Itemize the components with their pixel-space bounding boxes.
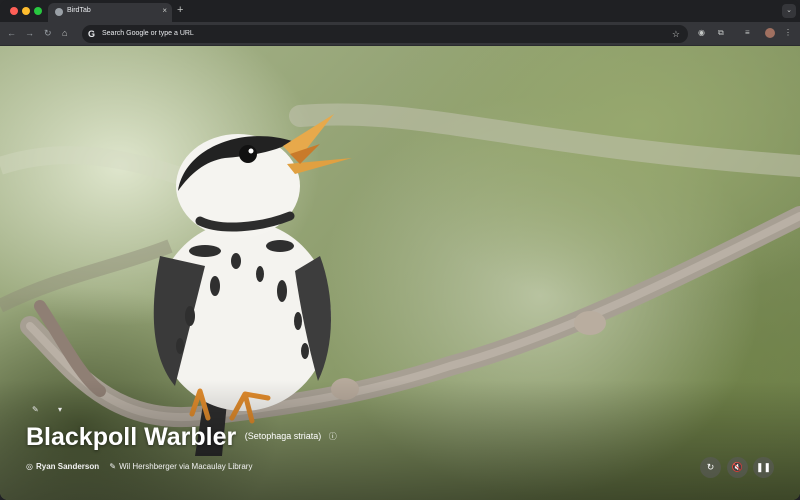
forward-button[interactable]: → [25, 27, 34, 39]
photo-credits: ◎ Ryan Sanderson ✎ Wil Hershberger via Mac… [26, 462, 252, 471]
photographer-name[interactable]: Ryan Sanderson [36, 462, 99, 471]
chevron-down-icon[interactable]: ▾ [58, 405, 62, 414]
pause-button[interactable]: ❚❚ [753, 457, 774, 478]
tab-title: BirdTab [67, 7, 91, 14]
tab-birdtab[interactable]: BirdTab × [48, 3, 172, 22]
browser-window: BirdTab × + ⌄ ← → ↻ ⌂ G Search Google or… [0, 0, 800, 500]
recordist-name[interactable]: Wil Hershberger [119, 462, 177, 471]
browser-menu-icon[interactable]: ⋮ [784, 27, 792, 39]
tab-strip: BirdTab × + ⌄ [0, 0, 800, 22]
close-window-button[interactable] [10, 7, 18, 15]
bird-scientific-name: (Setophaga striata) [244, 431, 322, 441]
birdtab-page: ✎ ▾ Blackpoll Warbler (Setophaga striata… [0, 46, 800, 500]
back-button[interactable]: ← [7, 27, 16, 39]
browser-toolbar: ← → ↻ ⌂ G Search Google or type a URL ☆ … [0, 22, 800, 46]
address-bar-placeholder: Search Google or type a URL [102, 30, 194, 37]
edit-icon[interactable]: ✎ [32, 405, 39, 414]
home-button[interactable]: ⌂ [62, 27, 67, 39]
extension-icon[interactable]: ◉ [698, 27, 705, 39]
birdtab-icon [55, 8, 63, 16]
camera-icon: ◎ [26, 462, 33, 471]
address-bar[interactable]: G Search Google or type a URL ☆ [82, 25, 688, 43]
google-icon: G [88, 29, 96, 39]
tab-search-button[interactable]: ⌄ [782, 4, 796, 18]
close-tab-icon[interactable]: × [162, 6, 167, 16]
source-label[interactable]: via Macaulay Library [179, 462, 252, 471]
bird-caption: Blackpoll Warbler (Setophaga striata) ⓘ [26, 423, 337, 452]
refresh-bird-button[interactable]: ↻ [700, 457, 721, 478]
maximize-window-button[interactable] [34, 7, 42, 15]
bird-common-name: Blackpoll Warbler [26, 423, 237, 451]
bookmark-star-icon[interactable]: ☆ [672, 28, 680, 40]
extensions-puzzle-icon[interactable]: ⧉ [718, 27, 724, 39]
mute-button[interactable]: 🔇 [727, 457, 748, 478]
new-tab-button[interactable]: + [177, 4, 183, 16]
profile-avatar[interactable] [765, 28, 775, 38]
reading-list-icon[interactable]: ≡ [745, 27, 750, 39]
microphone-icon: ✎ [109, 462, 117, 471]
info-icon[interactable]: ⓘ [329, 432, 337, 441]
minimize-window-button[interactable] [22, 7, 30, 15]
reload-button[interactable]: ↻ [44, 27, 52, 39]
